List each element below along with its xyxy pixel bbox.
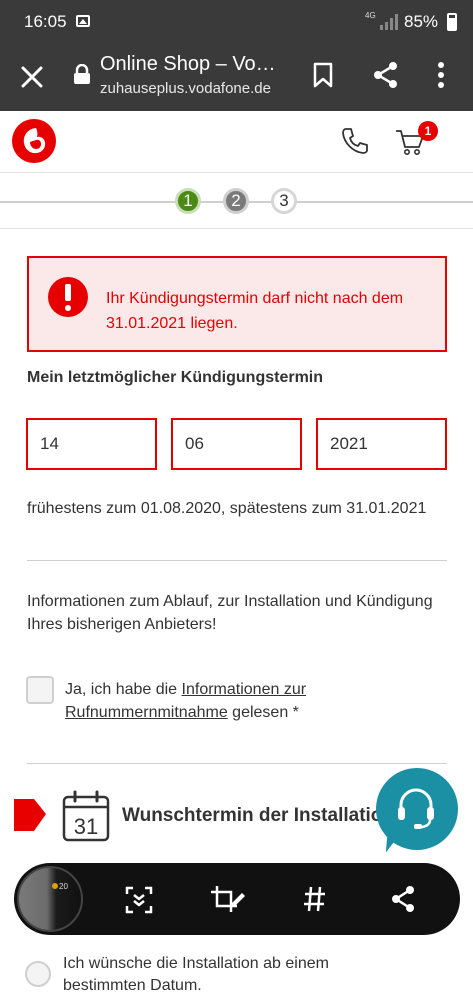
bookmark-icon[interactable] [312,61,334,89]
section-marker-icon [14,799,46,831]
more-options-icon[interactable] [436,61,446,89]
info-text: Informationen zum Ablauf, zur Installati… [27,593,433,633]
crop-edit-icon[interactable] [210,885,246,915]
consent-label: Ja, ich habe die Informationen zur Rufnu… [65,678,405,724]
weather-icon [52,883,58,889]
battery-icon [447,13,457,31]
deadline-label: Mein letztmöglicher Kündigungstermin [27,369,324,386]
consent-prefix: Ja, ich habe die [65,681,182,698]
network-type: 4G [365,11,376,20]
error-alert: Ihr Kündigungstermin darf nicht nach dem… [27,256,447,352]
installation-heading: Wunschtermin der Installation [122,805,384,826]
divider [27,763,447,764]
consent-suffix: gelesen * [227,704,299,721]
divider [27,560,447,561]
stepper-divider [0,228,473,229]
browser-toolbar: Online Shop – Vo… zuhauseplus.vodafone.d… [0,44,473,111]
capture-toolbar: 20 [14,863,460,935]
gallery-notification-icon [76,15,90,27]
vodafone-logo[interactable] [12,119,56,163]
step-3[interactable]: 3 [271,188,297,214]
page-title[interactable]: Online Shop – Vo… [100,53,285,76]
month-input[interactable]: 06 [171,418,302,470]
exclamation-icon [48,277,88,317]
consent-checkbox[interactable] [26,676,54,704]
scroll-capture-icon[interactable] [124,885,154,915]
date-range-hint: frühestens zum 01.08.2020, spätestens zu… [27,500,427,517]
lock-icon[interactable] [73,64,91,84]
day-input[interactable]: 14 [26,418,157,470]
close-icon[interactable] [18,63,46,91]
status-bar: 16:05 4G 85% [0,0,473,44]
install-date-radio[interactable] [25,961,51,987]
battery-level: 85% [404,12,439,31]
year-input[interactable]: 2021 [316,418,447,470]
status-time: 16:05 [24,12,67,31]
share-icon[interactable] [372,60,400,90]
phone-icon[interactable] [340,126,370,156]
install-date-radio-label: Ich wünsche die Installation ab einem be… [63,955,329,994]
calendar-icon: 31 [62,790,110,842]
thumbnail-clock: 20 [59,882,68,891]
step-1[interactable]: 1 [175,188,201,214]
hashtag-icon[interactable] [303,885,327,913]
page-url[interactable]: zuhauseplus.vodafone.de [100,80,271,97]
error-message: Ihr Kündigungstermin darf nicht nach dem… [106,290,404,332]
cart-count-badge: 1 [418,121,438,141]
step-2[interactable]: 2 [223,188,249,214]
screenshot-thumbnail[interactable]: 20 [17,866,83,932]
calendar-day-number: 31 [74,814,98,839]
share-icon[interactable] [390,885,416,913]
site-header: 1 [0,111,473,173]
headset-icon [398,788,434,829]
signal-icon [380,14,398,30]
